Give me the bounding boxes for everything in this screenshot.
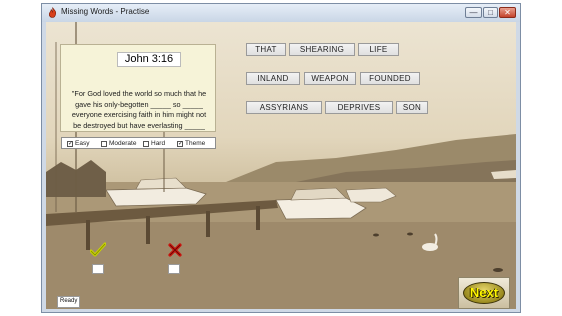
word-button[interactable]: INLAND bbox=[246, 72, 300, 85]
window-title: Missing Words - Practise bbox=[61, 7, 150, 16]
word-button[interactable]: WEAPON bbox=[304, 72, 356, 85]
close-button[interactable]: ✕ bbox=[499, 7, 516, 18]
word-button[interactable]: DEPRIVES bbox=[325, 101, 393, 114]
verse-card: John 3:16 "For God loved the world so mu… bbox=[60, 44, 216, 132]
level-theme-label: Theme bbox=[185, 140, 206, 147]
word-button[interactable]: SHEARING bbox=[289, 43, 355, 56]
game-area: John 3:16 "For God loved the world so mu… bbox=[46, 22, 516, 309]
hard-checkbox[interactable] bbox=[143, 141, 149, 147]
next-button[interactable]: Next bbox=[463, 282, 505, 304]
maximize-button[interactable]: □ bbox=[483, 7, 498, 18]
flame-icon bbox=[48, 7, 57, 18]
theme-checkbox[interactable]: ✓ bbox=[177, 141, 183, 147]
level-moderate[interactable]: Moderate bbox=[101, 140, 136, 148]
word-button[interactable]: SON bbox=[396, 101, 428, 114]
level-easy[interactable]: ✓ Easy bbox=[67, 140, 89, 148]
wrong-count-box bbox=[168, 264, 180, 274]
word-button[interactable]: THAT bbox=[246, 43, 286, 56]
level-theme[interactable]: ✓ Theme bbox=[177, 140, 205, 148]
word-button[interactable]: ASSYRIANS bbox=[246, 101, 322, 114]
word-button[interactable]: LIFE bbox=[358, 43, 399, 56]
correct-count-box bbox=[92, 264, 104, 274]
level-hard[interactable]: Hard bbox=[143, 140, 165, 148]
status-label: Ready bbox=[57, 296, 81, 308]
verse-text: "For God loved the world so much that he… bbox=[71, 89, 207, 130]
word-button[interactable]: FOUNDED bbox=[360, 72, 420, 85]
level-moderate-label: Moderate bbox=[109, 140, 137, 147]
difficulty-selector: ✓ Easy Moderate Hard ✓ Theme bbox=[61, 137, 216, 149]
level-hard-label: Hard bbox=[151, 140, 166, 147]
moderate-checkbox[interactable] bbox=[101, 141, 107, 147]
easy-checkbox[interactable]: ✓ bbox=[67, 141, 73, 147]
cross-mark-icon bbox=[168, 243, 182, 257]
next-button-frame: Next bbox=[458, 277, 510, 309]
minimize-button[interactable]: — bbox=[465, 7, 482, 18]
verse-reference: John 3:16 bbox=[117, 52, 181, 67]
level-easy-label: Easy bbox=[75, 140, 90, 147]
app-window: Missing Words - Practise — □ ✕ John 3:16… bbox=[41, 3, 521, 313]
title-bar[interactable]: Missing Words - Practise — □ ✕ bbox=[42, 4, 520, 22]
check-mark-icon bbox=[90, 242, 106, 257]
